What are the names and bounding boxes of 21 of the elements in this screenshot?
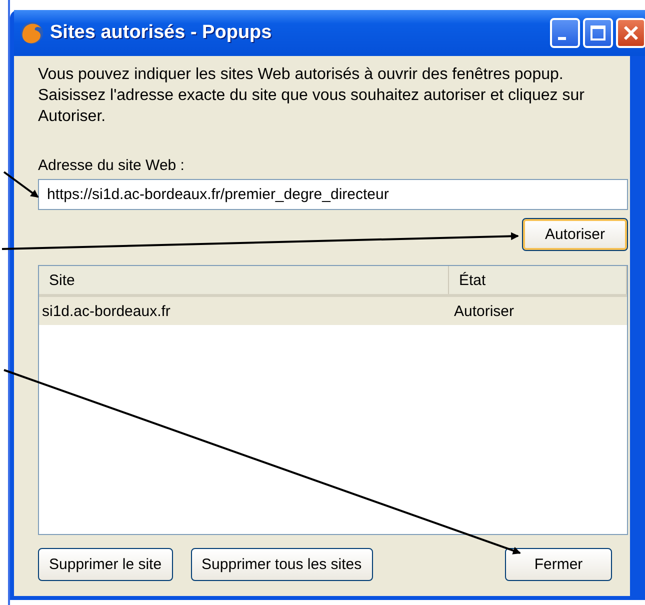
- close-button[interactable]: [616, 18, 645, 48]
- instructions-text: Vous pouvez indiquer les sites Web autorisés à ouvrir des fenêtres popup. Saisissez l'adresse exacte du site que vous souhaitez autoriser et cliquez sur Autoriser.: [38, 65, 586, 127]
- address-label: Adresse du site Web :: [38, 157, 186, 175]
- minimize-icon: [558, 36, 566, 40]
- column-header[interactable]: État: [449, 266, 627, 294]
- remove-button[interactable]: Supprimer tous les sites: [190, 548, 373, 581]
- address-field[interactable]: https://si1d.ac-bordeaux.fr/premier_degre_directeur: [38, 179, 628, 210]
- state-cell-text: Autoriser: [453, 302, 514, 320]
- fox-globe-icon: [20, 21, 44, 45]
- maximize-icon: [590, 25, 606, 41]
- maximize-button[interactable]: [583, 18, 613, 48]
- minimize-button[interactable]: [550, 18, 580, 48]
- close-dialog-button[interactable]: Fermer: [505, 548, 612, 581]
- allow-button[interactable]: Autoriser: [522, 218, 628, 251]
- annotation-arrow: [3, 171, 39, 198]
- close-icon: [623, 25, 639, 41]
- site-row[interactable]: si1d.ac-bordeaux.fr Autoriser: [39, 297, 627, 325]
- site-cell-text: si1d.ac-bordeaux.fr: [41, 302, 172, 320]
- column-header[interactable]: Site: [39, 266, 449, 294]
- window-title: Sites autorisés - Popups: [50, 22, 272, 44]
- remove-button[interactable]: Supprimer le site: [38, 548, 173, 581]
